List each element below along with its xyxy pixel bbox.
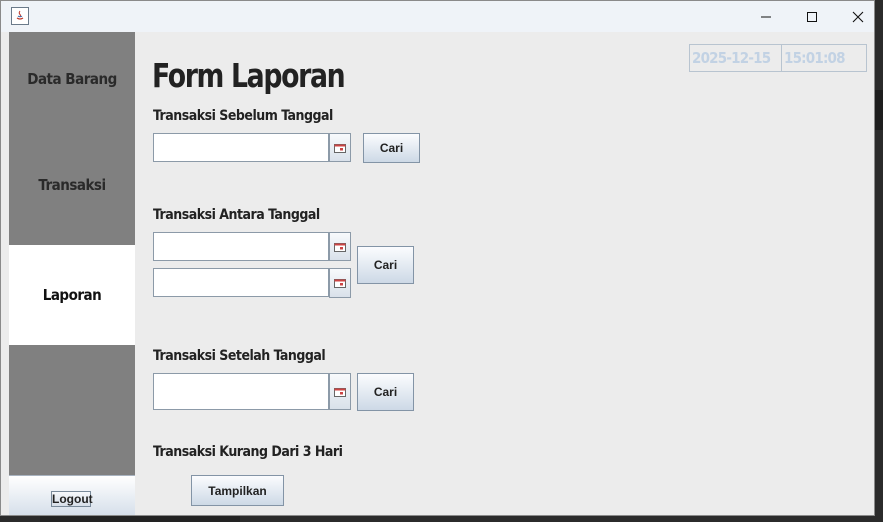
clock-time: 15:01:08 <box>784 49 846 67</box>
java-icon <box>11 7 29 25</box>
calendar-icon <box>334 387 346 397</box>
clock-display: 2025-12-15 15:01:08 <box>689 44 867 72</box>
calendar-icon <box>334 279 346 288</box>
after-date-field[interactable] <box>153 373 329 410</box>
sidebar-item-label: Transaksi <box>38 176 106 194</box>
recent-transactions-label: Transaksi Kurang Dari 3 Hari <box>153 444 343 460</box>
minimize-button[interactable] <box>743 1 789 32</box>
maximize-icon <box>807 11 817 22</box>
between-from-date-field[interactable] <box>153 232 329 261</box>
sidebar: Data Barang Transaksi Laporan Logout <box>9 32 135 515</box>
before-search-button[interactable]: Cari <box>363 133 420 163</box>
sidebar-item-transaksi[interactable]: Transaksi <box>9 125 135 245</box>
between-date-label: Transaksi Antara Tanggal <box>153 207 320 223</box>
between-from-date-picker-button[interactable] <box>329 232 351 261</box>
clock-date: 2025-12-15 <box>690 45 782 71</box>
sidebar-item-laporan[interactable]: Laporan <box>9 245 135 345</box>
between-search-button[interactable]: Cari <box>357 246 414 284</box>
background-taskbar <box>40 516 240 522</box>
calendar-icon <box>334 143 346 153</box>
title-bar <box>1 1 874 32</box>
app-window: Data Barang Transaksi Laporan Logout For… <box>0 0 875 516</box>
background-window-edge <box>875 90 883 130</box>
maximize-button[interactable] <box>789 1 835 32</box>
close-button[interactable] <box>835 1 874 32</box>
sidebar-item-label: Laporan <box>42 286 102 304</box>
logout-button[interactable]: Logout <box>51 491 93 507</box>
logout-panel: Logout <box>9 475 135 515</box>
after-date-picker-button[interactable] <box>329 373 351 410</box>
sidebar-item-data-barang[interactable]: Data Barang <box>9 32 135 125</box>
after-date-label: Transaksi Setelah Tanggal <box>153 348 326 364</box>
show-button[interactable]: Tampilkan <box>191 475 284 506</box>
between-to-date-field[interactable] <box>153 268 329 297</box>
before-date-picker-button[interactable] <box>329 133 351 162</box>
close-icon <box>852 11 864 22</box>
between-to-date-picker-button[interactable] <box>329 268 351 298</box>
after-search-button[interactable]: Cari <box>357 373 414 411</box>
before-date-label: Transaksi Sebelum Tanggal <box>153 108 333 124</box>
before-date-field[interactable] <box>153 133 329 162</box>
sidebar-item-label: Data Barang <box>27 69 117 88</box>
minimize-icon <box>761 16 771 17</box>
page-title: Form Laporan <box>152 56 346 95</box>
calendar-icon <box>334 242 346 252</box>
